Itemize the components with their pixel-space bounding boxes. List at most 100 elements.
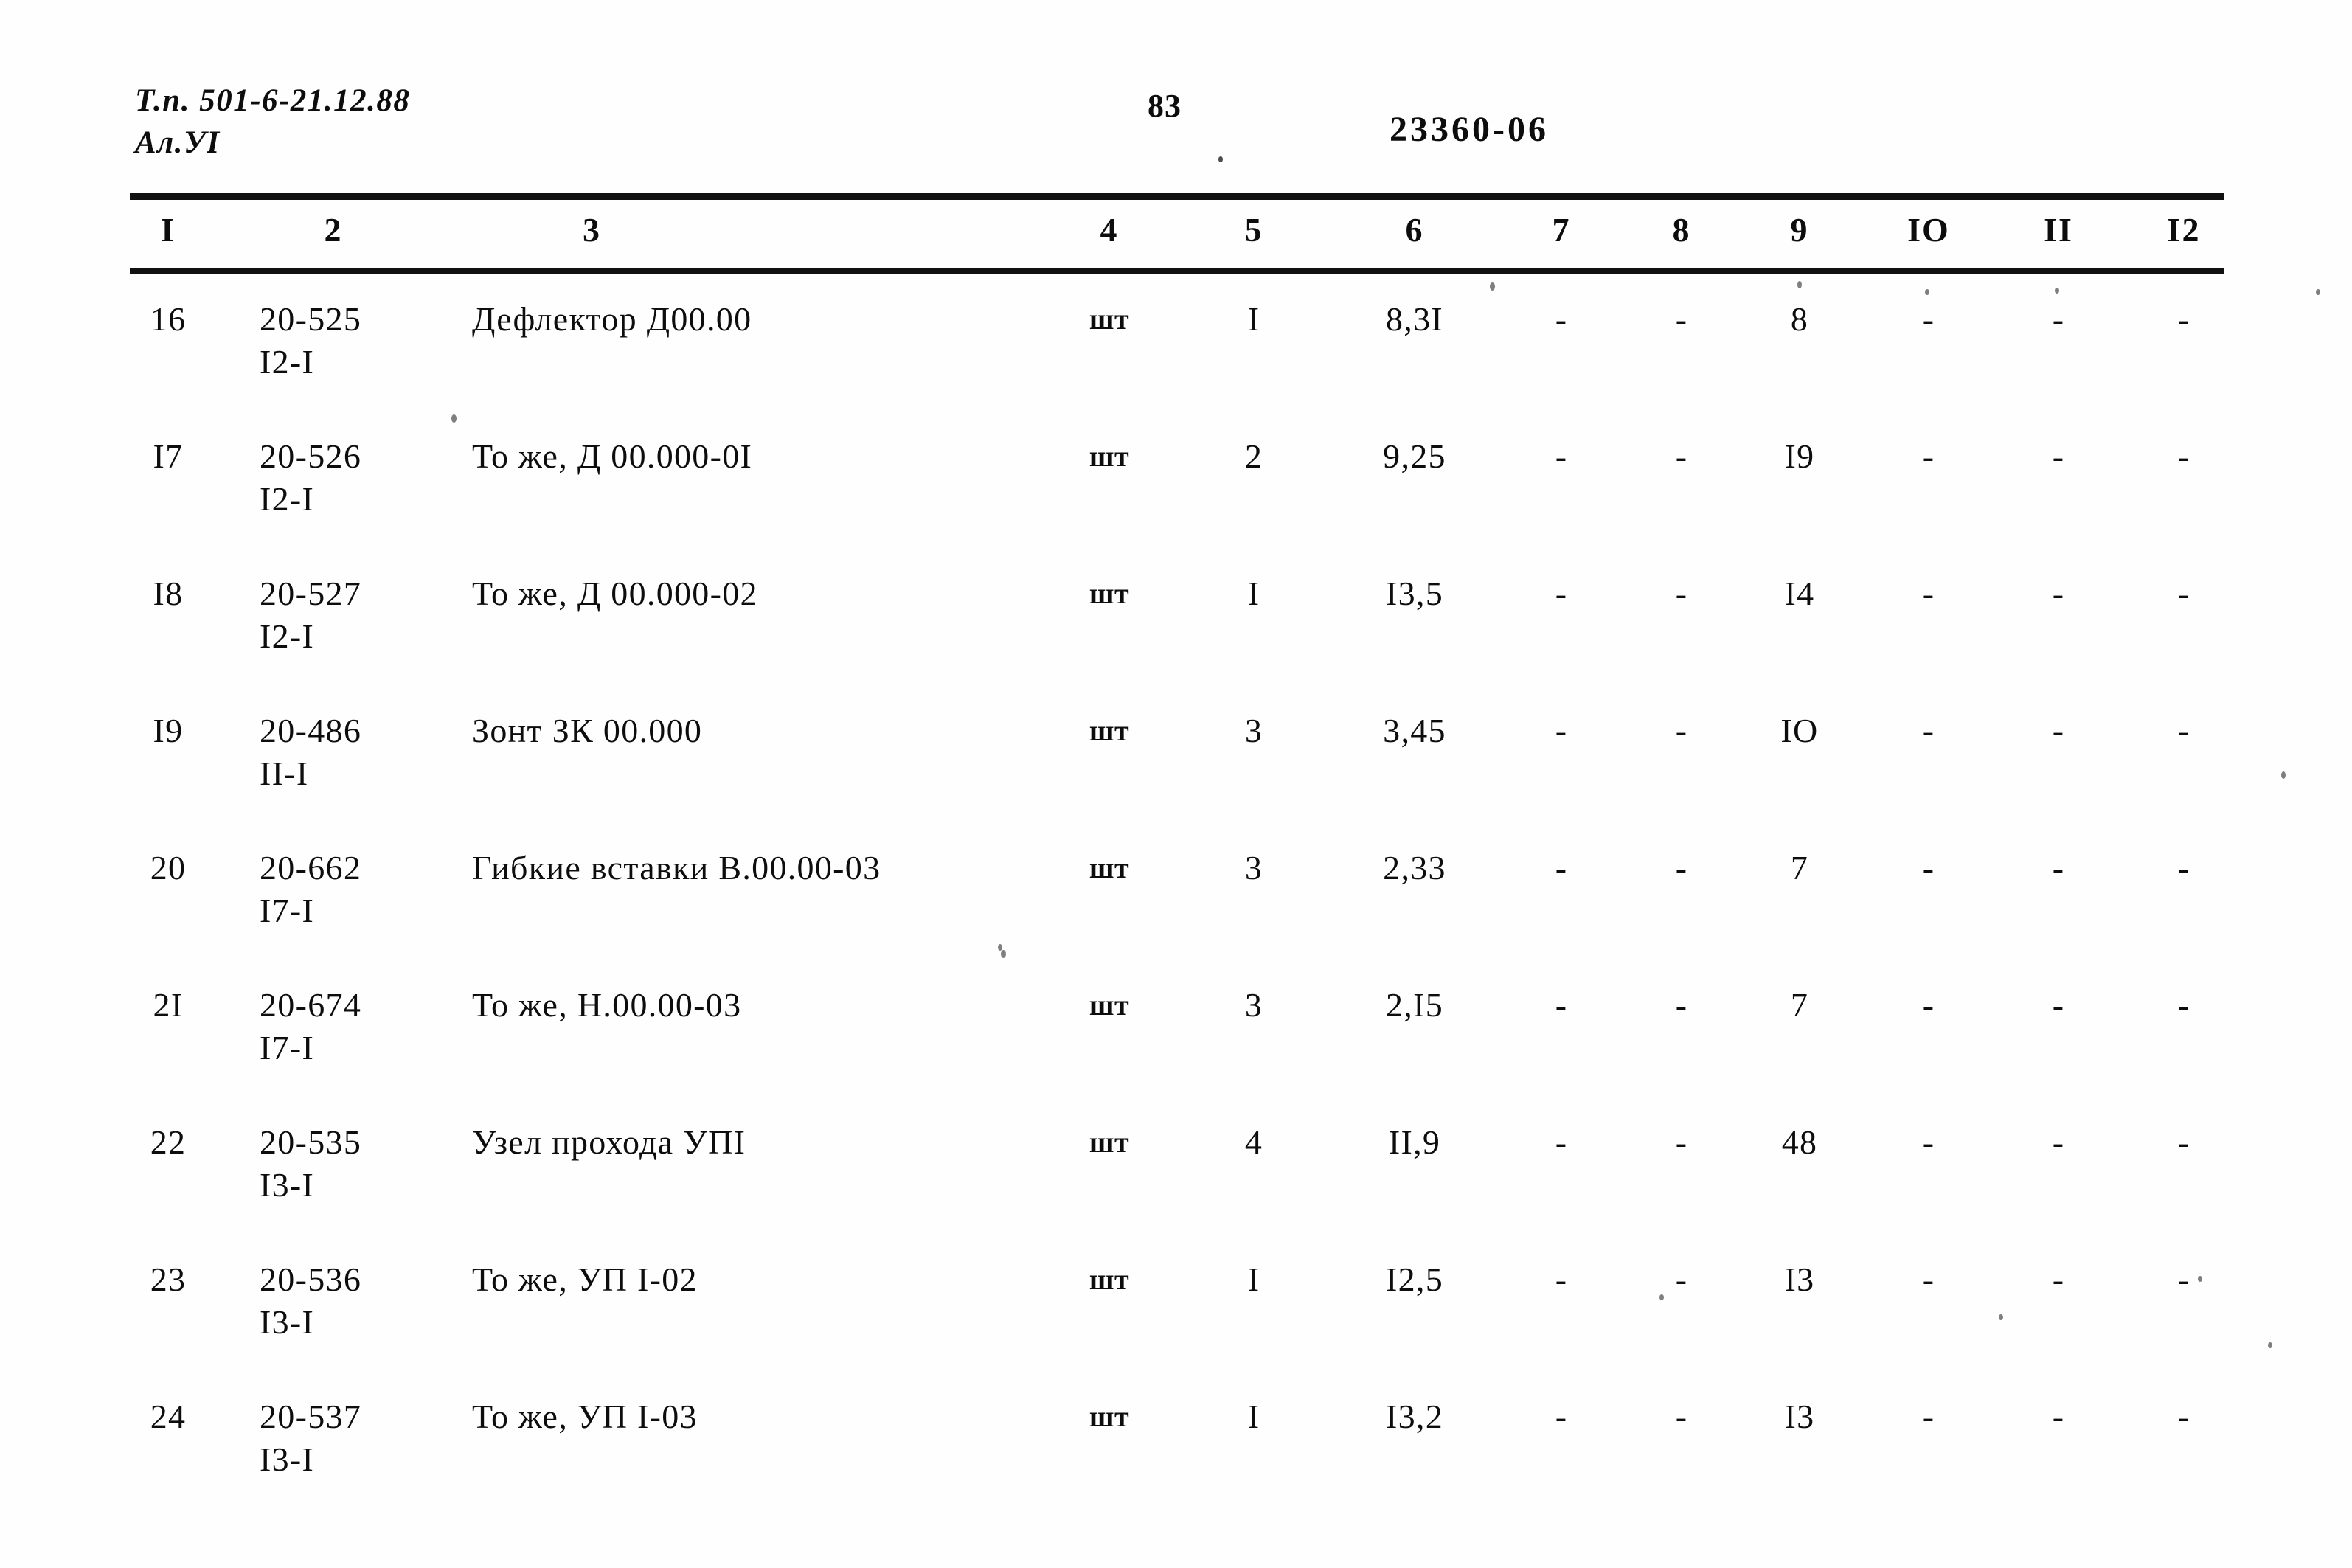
row-code-sub: I3-I bbox=[260, 1166, 315, 1204]
row-name: Гибкие вставки В.00.00-03 bbox=[472, 849, 881, 887]
row-value-10: - bbox=[1922, 712, 1935, 749]
row-code-main: 20-535 bbox=[260, 1123, 362, 1161]
table-row: 24 20-537 I3-I То же, УП I-03 шт I I3,2 - - I3 - - - bbox=[0, 1378, 2352, 1515]
table-row: 23 20-536 I3-I То же, УП I-02 шт I I2,5 - - I3 - - - bbox=[0, 1241, 2352, 1378]
row-value-7: - bbox=[1555, 575, 1568, 612]
row-value-11: - bbox=[2052, 1260, 2065, 1298]
row-value-12: - bbox=[2177, 1398, 2190, 1435]
row-code: 20-486 II-I bbox=[260, 710, 407, 795]
row-value-9: IO bbox=[1780, 712, 1819, 749]
table-header-rule bbox=[130, 268, 2224, 274]
row-unit: шт bbox=[1089, 988, 1130, 1021]
row-code-sub: I7-I bbox=[260, 892, 315, 929]
row-name: То же, Н.00.00-03 bbox=[472, 986, 742, 1024]
row-code-sub: I7-I bbox=[260, 1029, 315, 1066]
scan-speck bbox=[998, 944, 1002, 951]
row-value-7: - bbox=[1555, 849, 1568, 887]
row-number: 16 bbox=[150, 300, 187, 338]
row-value-6: I3,2 bbox=[1385, 1398, 1444, 1435]
row-value-7: - bbox=[1555, 986, 1568, 1024]
row-name: То же, УП I-03 bbox=[472, 1398, 698, 1435]
row-value-5: 2 bbox=[1244, 437, 1263, 475]
row-value-7: - bbox=[1555, 712, 1568, 749]
row-code-main: 20-526 bbox=[260, 437, 362, 475]
column-header-10: IO bbox=[1907, 211, 1950, 249]
row-value-9: 8 bbox=[1790, 300, 1809, 338]
row-value-9: I9 bbox=[1784, 437, 1815, 475]
table-row: 2I 20-674 I7-I То же, Н.00.00-03 шт 3 2,I5 - - 7 -… bbox=[0, 966, 2352, 1103]
scan-speck bbox=[1659, 1294, 1664, 1300]
row-value-6: 9,25 bbox=[1383, 437, 1446, 475]
row-value-8: - bbox=[1675, 986, 1688, 1024]
row-value-11: - bbox=[2052, 1123, 2065, 1161]
row-value-11: - bbox=[2052, 849, 2065, 887]
row-number: 23 bbox=[150, 1260, 187, 1298]
scan-speck bbox=[1797, 281, 1802, 288]
scan-speck bbox=[1490, 282, 1495, 291]
row-code: 20-535 I3-I bbox=[260, 1121, 407, 1207]
row-value-11: - bbox=[2052, 575, 2065, 612]
table-row: 20 20-662 I7-I Гибкие вставки В.00.00-03 шт 3… bbox=[0, 829, 2352, 966]
row-unit: шт bbox=[1089, 1263, 1130, 1296]
row-value-11: - bbox=[2052, 437, 2065, 475]
row-name: То же, Д 00.000-02 bbox=[472, 575, 758, 612]
row-name: То же, УП I-02 bbox=[472, 1260, 698, 1298]
column-header-6: 6 bbox=[1405, 211, 1424, 249]
row-unit: шт bbox=[1089, 1400, 1130, 1433]
row-value-6: 3,45 bbox=[1383, 712, 1446, 749]
row-code: 20-662 I7-I bbox=[260, 847, 407, 932]
row-code: 20-537 I3-I bbox=[260, 1395, 407, 1481]
row-value-7: - bbox=[1555, 1123, 1568, 1161]
document-header: Т.п. 501-6-21.12.88 Ал.УI 83 23360-06 bbox=[0, 0, 2352, 184]
row-value-12: - bbox=[2177, 849, 2190, 887]
table-row: I7 20-526 I2-I То же, Д 00.000-0I шт 2 9,25 - - I… bbox=[0, 417, 2352, 555]
page-number: 83 bbox=[1148, 88, 1182, 124]
table-body: 16 20-525 I2-I Дефлектор Д00.00 шт I 8,3I - -8- -… bbox=[0, 280, 2352, 1515]
row-value-10: - bbox=[1922, 1260, 1935, 1298]
column-header-3: 3 bbox=[583, 211, 601, 249]
scan-speck bbox=[1925, 289, 1929, 295]
row-value-5: 3 bbox=[1244, 849, 1263, 887]
row-value-5: 3 bbox=[1244, 986, 1263, 1024]
table-row: I9 20-486 II-I Зонт ЗК 00.000 шт 3 3,45 - - IO - - - bbox=[0, 692, 2352, 829]
row-name: То же, Д 00.000-0I bbox=[472, 437, 753, 475]
row-value-6: 2,33 bbox=[1383, 849, 1446, 887]
row-value-12: - bbox=[2177, 1123, 2190, 1161]
row-code: 20-674 I7-I bbox=[260, 984, 407, 1069]
document-reference: Т.п. 501-6-21.12.88 Ал.УI bbox=[135, 80, 410, 164]
row-unit: шт bbox=[1089, 714, 1130, 747]
row-value-12: - bbox=[2177, 1260, 2190, 1298]
row-code-main: 20-486 bbox=[260, 712, 362, 749]
row-value-5: I bbox=[1247, 1398, 1260, 1435]
row-name: Дефлектор Д00.00 bbox=[472, 300, 752, 338]
row-unit: шт bbox=[1089, 302, 1130, 336]
row-unit: шт bbox=[1089, 851, 1130, 884]
row-value-9: 48 bbox=[1781, 1123, 1818, 1161]
row-value-8: - bbox=[1675, 849, 1688, 887]
row-code: 20-527 I2-I bbox=[260, 572, 407, 658]
row-value-10: - bbox=[1922, 849, 1935, 887]
row-value-10: - bbox=[1922, 300, 1935, 338]
row-value-6: II,9 bbox=[1388, 1123, 1441, 1161]
row-unit: шт bbox=[1089, 577, 1130, 610]
row-number: I7 bbox=[153, 437, 184, 475]
row-value-5: 4 bbox=[1244, 1123, 1263, 1161]
column-header-11: II bbox=[2044, 211, 2073, 249]
row-unit: шт bbox=[1089, 1125, 1130, 1159]
table-top-rule bbox=[130, 193, 2224, 200]
row-code-main: 20-527 bbox=[260, 575, 362, 612]
table-row: 16 20-525 I2-I Дефлектор Д00.00 шт I 8,3I - - 8 - -… bbox=[0, 280, 2352, 417]
row-value-9: I4 bbox=[1784, 575, 1815, 612]
row-value-5: I bbox=[1247, 1260, 1260, 1298]
row-code-sub: I2-I bbox=[260, 480, 315, 518]
scan-speck bbox=[2316, 289, 2320, 295]
row-value-7: - bbox=[1555, 1398, 1568, 1435]
row-code-sub: I2-I bbox=[260, 617, 315, 655]
row-code: 20-536 I3-I bbox=[260, 1258, 407, 1344]
row-name: Узел прохода УПI bbox=[472, 1123, 746, 1161]
table-row: 22 20-535 I3-I Узел прохода УПI шт 4 II,9 - - 48 -… bbox=[0, 1103, 2352, 1241]
row-value-8: - bbox=[1675, 1260, 1688, 1298]
scanned-page: Т.п. 501-6-21.12.88 Ал.УI 83 23360-06 I 2… bbox=[0, 0, 2352, 1568]
row-name: Зонт ЗК 00.000 bbox=[472, 712, 703, 749]
row-value-12: - bbox=[2177, 712, 2190, 749]
